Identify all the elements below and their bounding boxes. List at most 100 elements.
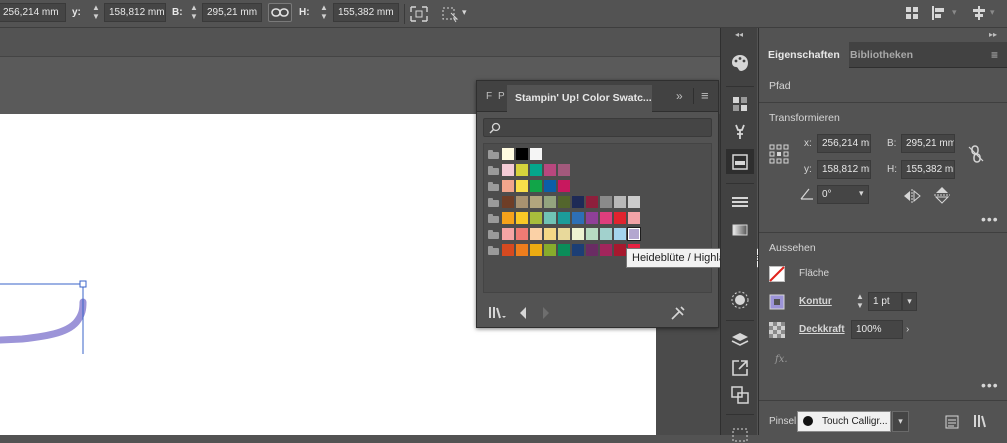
control-h-field[interactable]: 155,382 mm — [333, 3, 399, 22]
color-swatch[interactable] — [558, 212, 570, 224]
chevron-right-icon[interactable]: › — [906, 324, 909, 335]
color-swatch[interactable] — [628, 196, 640, 208]
color-swatch[interactable] — [530, 180, 542, 192]
flip-horizontal-icon[interactable] — [903, 189, 921, 203]
swatch-group-folder-icon[interactable] — [488, 166, 499, 175]
w-stepper-icon[interactable]: ▲ ▼ — [188, 3, 200, 22]
color-swatch[interactable] — [586, 228, 598, 240]
selected-path[interactable] — [0, 274, 120, 354]
color-swatch[interactable] — [516, 244, 528, 256]
collapse-panel-icon[interactable]: ▸▸ — [989, 30, 997, 39]
color-swatch[interactable] — [572, 244, 584, 256]
chevron-down-icon[interactable]: ▾ — [952, 7, 957, 18]
panel-menu-icon[interactable]: ≡ — [701, 88, 709, 103]
transform-panel-icon[interactable] — [730, 423, 750, 443]
layers-icon[interactable] — [730, 330, 750, 350]
h-field[interactable]: 155,382 mm — [901, 160, 955, 179]
transform-options-icon[interactable] — [440, 5, 462, 23]
constrain-proportions-button[interactable] — [268, 3, 292, 22]
swatch-group-folder-icon[interactable] — [488, 198, 499, 207]
color-swatch[interactable] — [600, 244, 612, 256]
effects-button[interactable]: fx. — [775, 350, 788, 369]
color-swatch[interactable] — [502, 164, 514, 176]
color-swatch[interactable] — [600, 228, 612, 240]
stroke-dropdown-button[interactable]: ▾ — [902, 292, 917, 311]
color-swatch[interactable] — [502, 196, 514, 208]
color-swatch[interactable] — [628, 212, 640, 224]
stroke-label[interactable]: Kontur — [799, 292, 832, 311]
y-stepper-icon[interactable]: ▲ ▼ — [90, 3, 102, 22]
color-swatch[interactable] — [530, 244, 542, 256]
more-options-icon[interactable]: ••• — [981, 378, 999, 392]
opacity-field[interactable]: 100% — [851, 320, 903, 339]
color-swatch[interactable] — [600, 212, 612, 224]
distribute-icon[interactable] — [931, 6, 947, 20]
fill-none-swatch[interactable] — [769, 266, 785, 282]
fit-frame-icon[interactable] — [409, 5, 429, 23]
libraries-menu-icon[interactable] — [488, 306, 506, 320]
color-swatch[interactable] — [614, 228, 626, 240]
color-swatch[interactable] — [544, 228, 556, 240]
color-swatch[interactable] — [544, 164, 556, 176]
artboards-icon[interactable] — [730, 385, 750, 405]
broken-link-icon[interactable] — [966, 144, 986, 164]
panel-menu-icon[interactable]: ≡ — [991, 48, 998, 62]
chevron-down-icon[interactable]: ▾ — [990, 7, 995, 18]
swatches-grid-icon[interactable] — [730, 94, 750, 114]
color-swatch[interactable] — [572, 228, 584, 240]
tab-collapsed-2[interactable]: P — [498, 91, 505, 102]
previous-arrow-icon[interactable] — [518, 306, 528, 320]
color-swatch[interactable] — [502, 180, 514, 192]
tab-eigenschaften[interactable]: Eigenschaften — [759, 42, 849, 68]
color-swatch[interactable] — [516, 228, 528, 240]
more-options-icon[interactable]: ••• — [981, 212, 999, 226]
tab-bibliotheken[interactable]: Bibliotheken — [841, 42, 922, 68]
stroke-stepper-icon[interactable]: ▲ ▼ — [854, 292, 866, 311]
color-swatch[interactable] — [544, 196, 556, 208]
color-swatch[interactable] — [530, 148, 542, 160]
swatch-group-folder-icon[interactable] — [488, 230, 499, 239]
color-swatch[interactable] — [558, 228, 570, 240]
opacity-label[interactable]: Deckkraft — [799, 320, 845, 339]
tab-collapsed-1[interactable]: F — [486, 91, 492, 102]
color-swatch[interactable] — [586, 244, 598, 256]
swatch-tool-icon[interactable] — [670, 305, 686, 321]
color-swatch[interactable] — [530, 164, 542, 176]
color-swatch[interactable] — [516, 212, 528, 224]
control-w-field[interactable]: 295,21 mm — [202, 3, 262, 22]
color-swatch[interactable] — [544, 244, 556, 256]
swatch-panel-icon[interactable] — [730, 152, 750, 172]
swatch-search-input[interactable] — [483, 118, 712, 137]
color-swatch[interactable] — [516, 196, 528, 208]
color-swatch[interactable] — [614, 212, 626, 224]
color-swatch[interactable] — [572, 196, 584, 208]
brush-options-icon[interactable] — [945, 415, 959, 429]
control-x-field[interactable]: 256,214 mm — [0, 3, 66, 22]
y-field[interactable]: 158,812 mm — [817, 160, 871, 179]
color-swatch[interactable] — [502, 148, 514, 160]
collapse-dock-icon[interactable]: ◂◂ — [735, 30, 743, 39]
appearance-panel-icon[interactable] — [730, 290, 750, 310]
color-swatch[interactable] — [502, 212, 514, 224]
color-swatch[interactable] — [502, 228, 514, 240]
fill-label[interactable]: Fläche — [799, 264, 829, 283]
align-icon[interactable] — [972, 6, 986, 20]
swatch-group-folder-icon[interactable] — [488, 214, 499, 223]
color-swatch[interactable] — [544, 212, 556, 224]
color-swatch[interactable] — [572, 212, 584, 224]
color-swatch[interactable] — [600, 196, 612, 208]
color-swatch[interactable] — [614, 196, 626, 208]
gradient-panel-icon[interactable] — [730, 220, 750, 240]
chevron-down-icon[interactable]: ▾ — [462, 7, 467, 18]
swatch-group-folder-icon[interactable] — [488, 182, 499, 191]
color-swatch[interactable] — [586, 212, 598, 224]
brush-dropdown-button[interactable]: ▾ — [892, 411, 909, 432]
b-field[interactable]: 295,21 mm — [901, 134, 955, 153]
next-arrow-icon[interactable] — [541, 306, 551, 320]
color-swatch[interactable] — [530, 212, 542, 224]
color-swatch-selected[interactable] — [627, 227, 641, 241]
color-swatch[interactable] — [544, 180, 556, 192]
x-field[interactable]: 256,214 mm — [817, 134, 871, 153]
flip-vertical-icon[interactable] — [934, 186, 950, 204]
export-icon[interactable] — [730, 358, 750, 378]
